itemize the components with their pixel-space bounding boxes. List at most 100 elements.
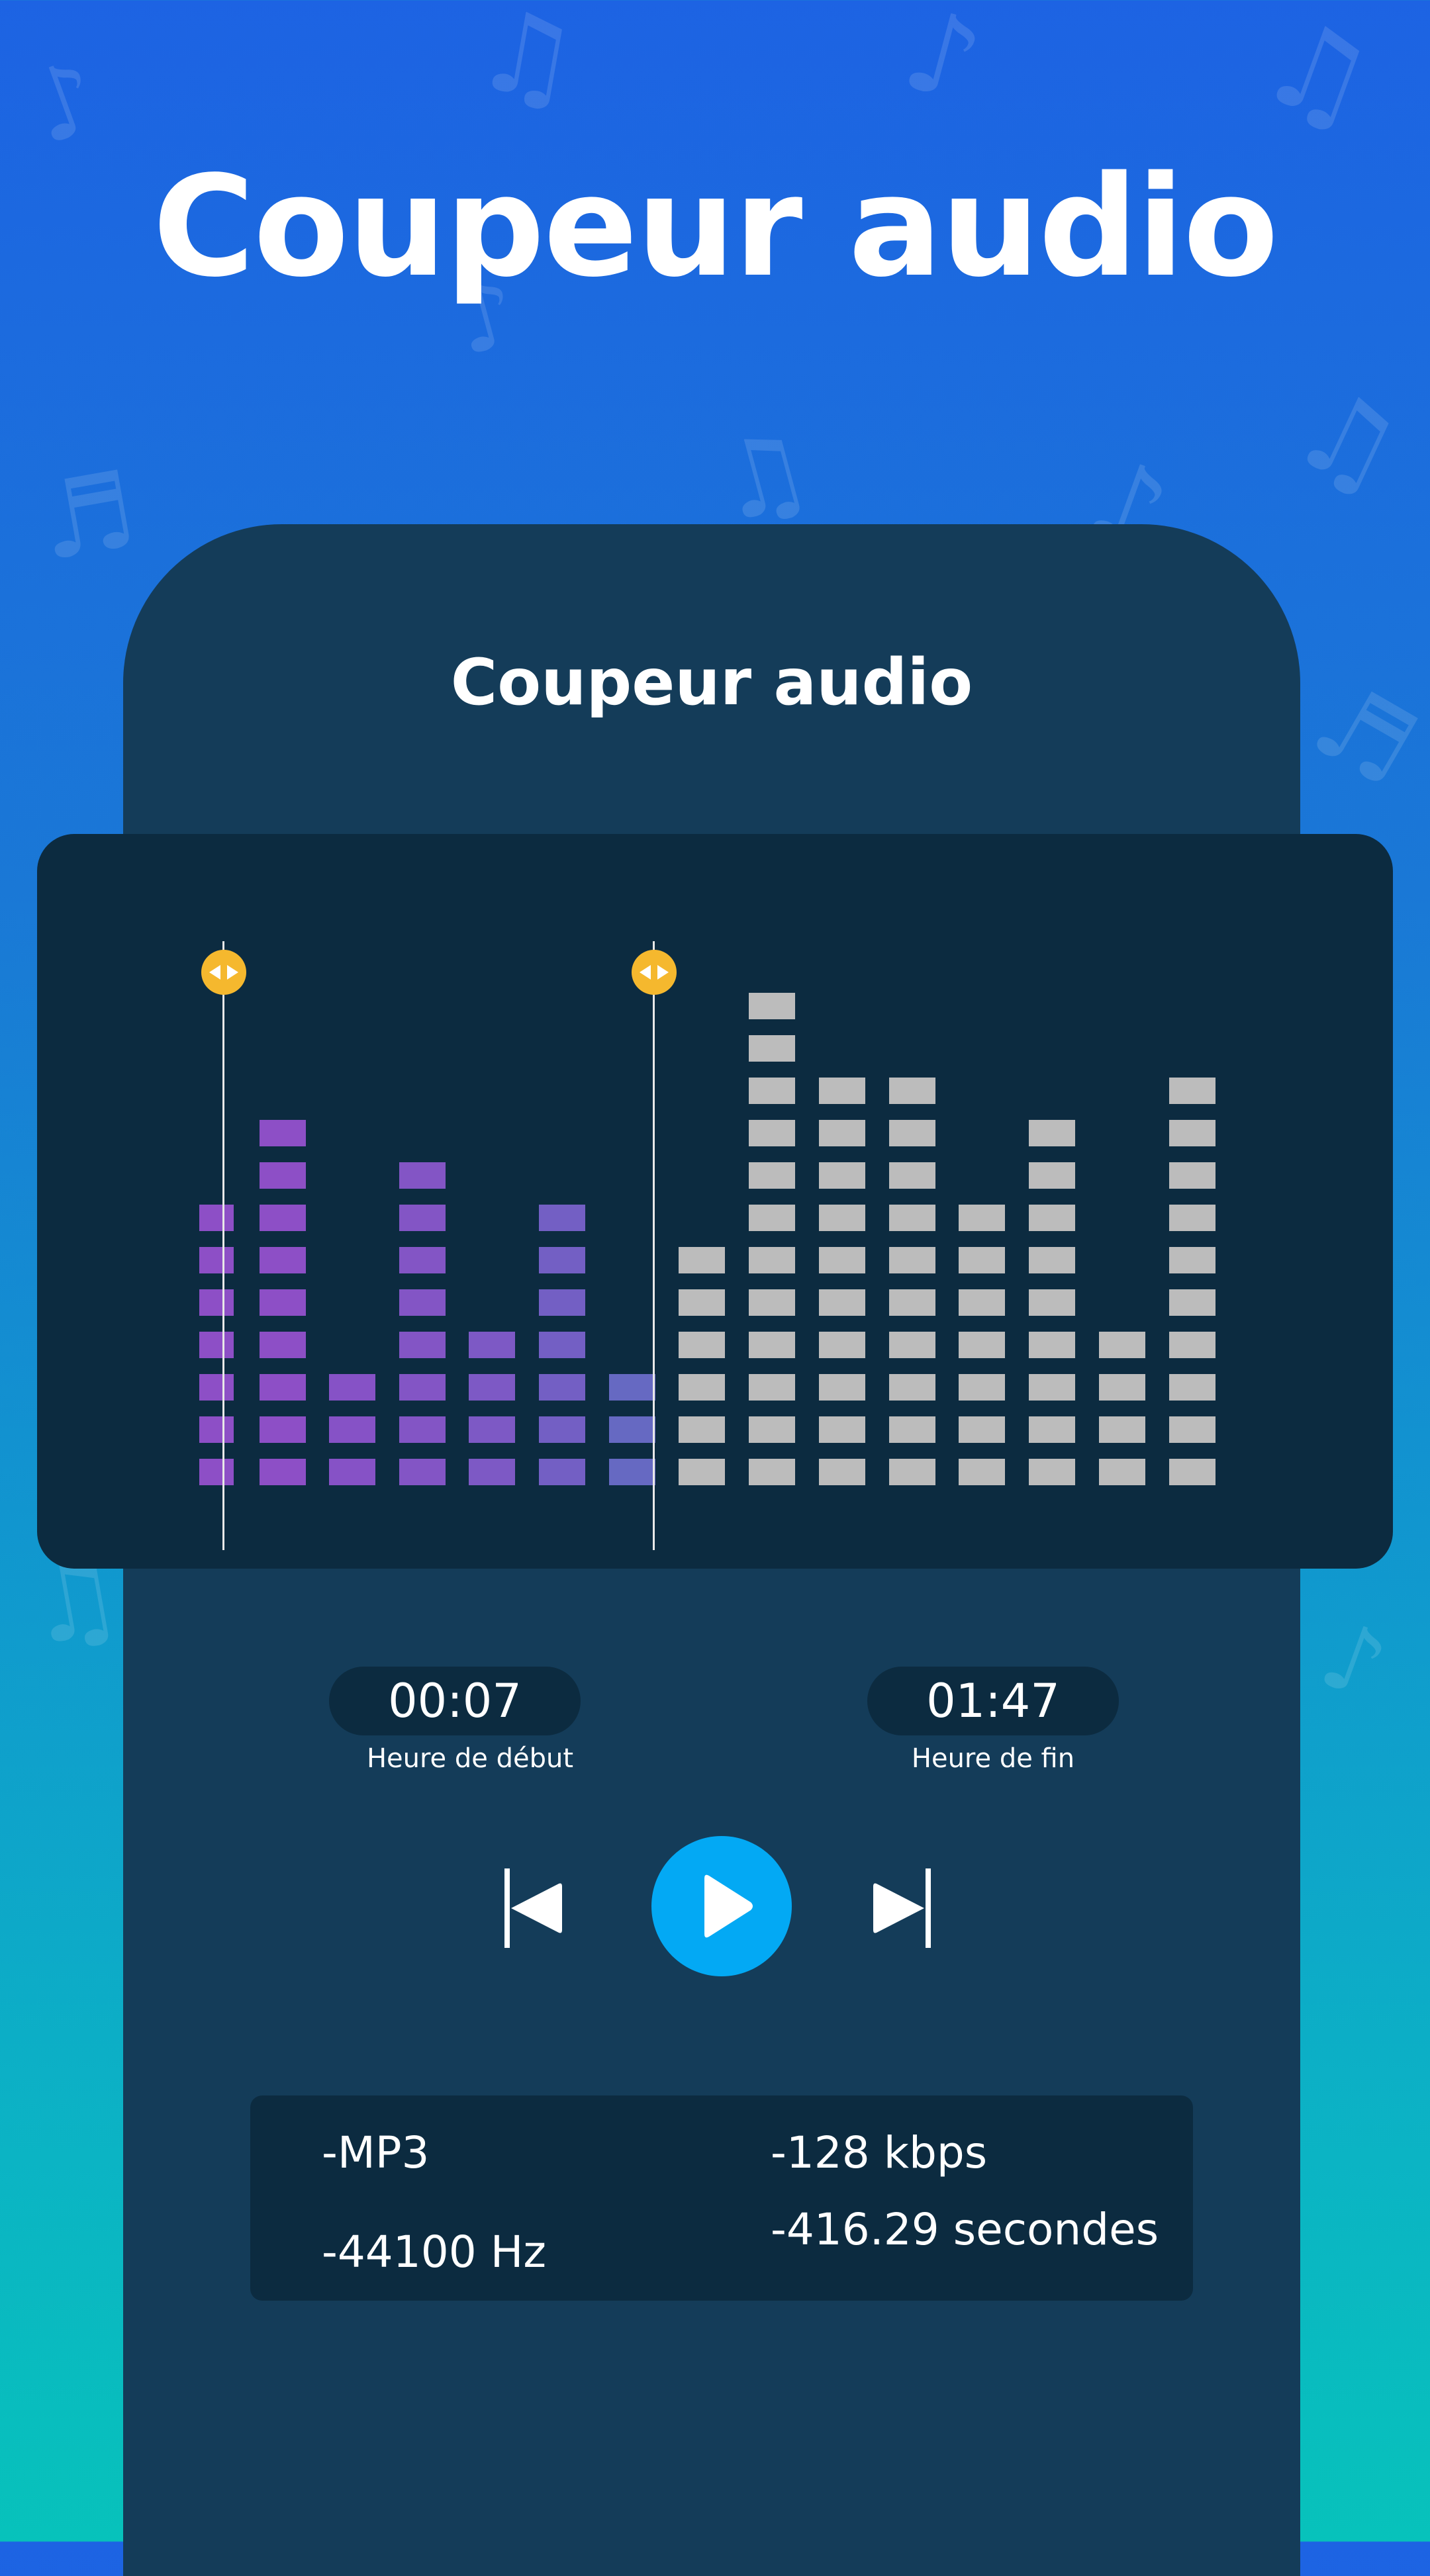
waveform-bar xyxy=(1099,1374,1145,1401)
waveform-bar xyxy=(749,1120,795,1146)
waveform-bar xyxy=(889,1162,935,1189)
waveform-bar xyxy=(819,1162,865,1189)
waveform-bar xyxy=(260,1374,306,1401)
waveform-bar xyxy=(539,1247,585,1273)
waveform-bar xyxy=(260,1162,306,1189)
waveform-bar xyxy=(749,1078,795,1104)
start-time-label: Heure de début xyxy=(366,1743,574,1774)
waveform-bar xyxy=(260,1205,306,1231)
waveform-bar xyxy=(609,1374,655,1401)
waveform-bar xyxy=(260,1120,306,1146)
waveform-bar xyxy=(889,1078,935,1104)
waveform-bar xyxy=(469,1416,515,1443)
waveform-bar xyxy=(469,1374,515,1401)
waveform-bar xyxy=(260,1289,306,1316)
waveform-bar xyxy=(889,1247,935,1273)
waveform-bar xyxy=(959,1247,1005,1273)
waveform-bar xyxy=(749,1459,795,1485)
waveform-bar xyxy=(199,1332,234,1358)
waveform-bar xyxy=(609,1416,655,1443)
format-info: -MP3 xyxy=(322,2127,430,2178)
skip-to-start-icon[interactable] xyxy=(501,1865,564,1951)
waveform-bar xyxy=(399,1332,446,1358)
waveform-bar xyxy=(199,1459,234,1485)
waveform-bar xyxy=(819,1205,865,1231)
waveform-bar xyxy=(1099,1332,1145,1358)
waveform-bar xyxy=(329,1459,375,1485)
waveform-bar xyxy=(1029,1459,1075,1485)
waveform-bar xyxy=(819,1120,865,1146)
waveform-bar xyxy=(260,1332,306,1358)
waveform-bar xyxy=(260,1459,306,1485)
waveform-bar xyxy=(199,1374,234,1401)
waveform-bar xyxy=(539,1205,585,1231)
waveform-bar xyxy=(679,1416,725,1443)
waveform-bar xyxy=(959,1289,1005,1316)
waveform-bar xyxy=(1029,1120,1075,1146)
waveform-panel[interactable] xyxy=(37,834,1393,1569)
waveform-bar xyxy=(889,1332,935,1358)
waveform-bar xyxy=(959,1205,1005,1231)
waveform[interactable] xyxy=(37,834,1393,1569)
waveform-bar xyxy=(679,1289,725,1316)
waveform-bar xyxy=(1169,1205,1216,1231)
waveform-bar xyxy=(749,1205,795,1231)
music-note-icon: ♬ xyxy=(1293,657,1430,812)
waveform-bar xyxy=(399,1205,446,1231)
waveform-bar xyxy=(1099,1416,1145,1443)
waveform-bar xyxy=(749,1374,795,1401)
waveform-bar xyxy=(1169,1289,1216,1316)
music-note-icon: ♪ xyxy=(1307,1600,1400,1722)
music-note-icon: ♫ xyxy=(700,404,825,549)
waveform-bar xyxy=(199,1289,234,1316)
music-note-icon: ♫ xyxy=(1274,359,1422,521)
waveform-bar xyxy=(749,1247,795,1273)
waveform-bar xyxy=(399,1247,446,1273)
waveform-bar xyxy=(399,1289,446,1316)
music-note-icon: ♫ xyxy=(1244,0,1392,156)
waveform-bar xyxy=(819,1374,865,1401)
skip-to-end-icon[interactable] xyxy=(871,1865,935,1951)
waveform-bar xyxy=(889,1205,935,1231)
end-trim-line xyxy=(653,941,655,1550)
waveform-bar xyxy=(539,1332,585,1358)
end-time[interactable]: 01:47 xyxy=(867,1667,1119,1735)
waveform-bar xyxy=(1029,1374,1075,1401)
waveform-bar xyxy=(889,1374,935,1401)
waveform-bar xyxy=(1029,1332,1075,1358)
start-trim-line xyxy=(222,941,224,1550)
waveform-bar xyxy=(539,1289,585,1316)
headline: Coupeur audio xyxy=(152,146,1279,308)
play-button[interactable] xyxy=(651,1836,792,1976)
waveform-bar xyxy=(1029,1289,1075,1316)
waveform-bar xyxy=(199,1247,234,1273)
waveform-bar xyxy=(749,1416,795,1443)
waveform-bar xyxy=(1169,1416,1216,1443)
end-trim-handle[interactable] xyxy=(632,950,677,995)
waveform-bar xyxy=(329,1374,375,1401)
waveform-bar xyxy=(399,1416,446,1443)
waveform-bar xyxy=(679,1247,725,1273)
waveform-bar xyxy=(539,1374,585,1401)
waveform-bar xyxy=(889,1120,935,1146)
end-time-label: Heure de fin xyxy=(911,1743,1075,1774)
waveform-bar xyxy=(469,1332,515,1358)
waveform-bar xyxy=(539,1416,585,1443)
waveform-bar xyxy=(959,1332,1005,1358)
waveform-bar xyxy=(260,1416,306,1443)
waveform-bar xyxy=(749,1332,795,1358)
waveform-bar xyxy=(1029,1416,1075,1443)
start-time[interactable]: 00:07 xyxy=(329,1667,581,1735)
waveform-bar xyxy=(749,1162,795,1189)
start-trim-handle[interactable] xyxy=(201,950,246,995)
waveform-bar xyxy=(1169,1162,1216,1189)
waveform-bar xyxy=(329,1416,375,1443)
waveform-bar xyxy=(1169,1120,1216,1146)
waveform-bar xyxy=(1169,1374,1216,1401)
waveform-bar xyxy=(1169,1078,1216,1104)
waveform-bar xyxy=(1169,1247,1216,1273)
waveform-bar xyxy=(819,1332,865,1358)
waveform-bar xyxy=(819,1459,865,1485)
waveform-bar xyxy=(609,1459,655,1485)
music-note-icon: ♪ xyxy=(15,37,115,168)
